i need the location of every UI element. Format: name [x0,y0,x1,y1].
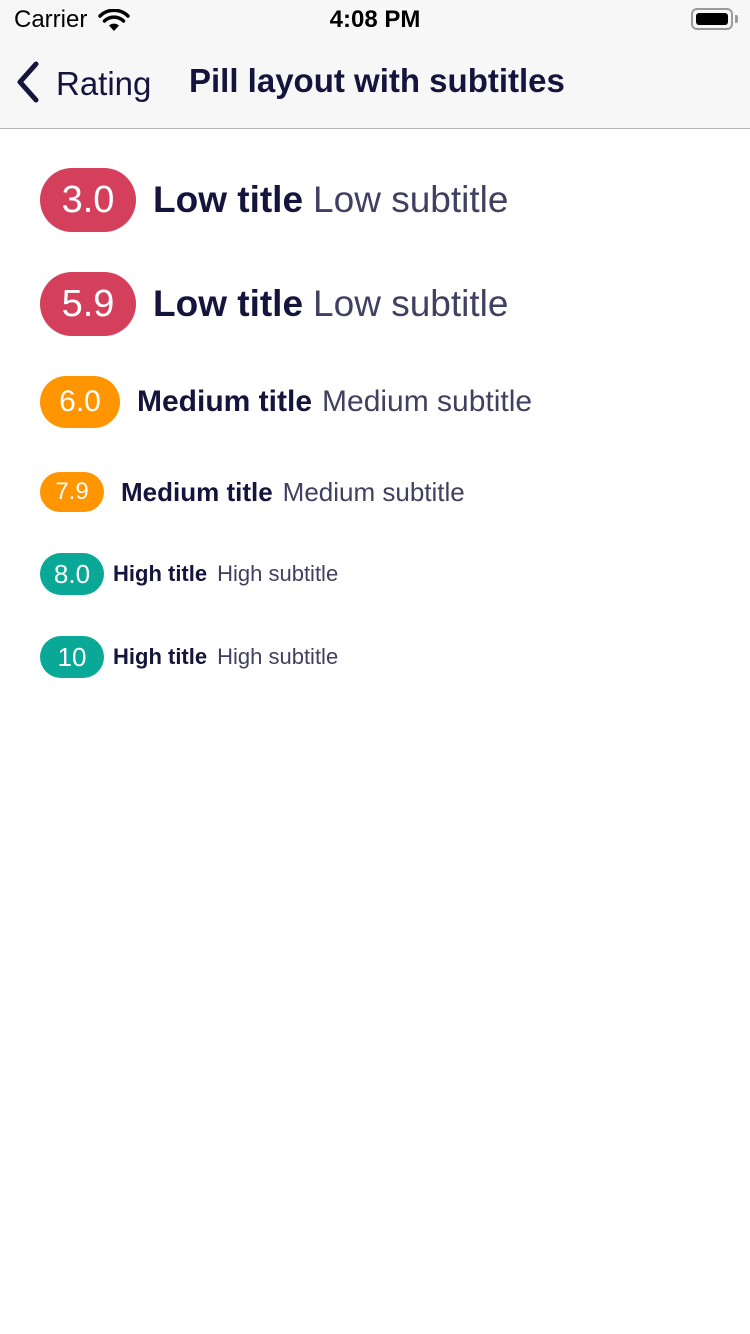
status-bar: Carrier 4:08 PM [0,0,750,40]
chevron-left-icon [14,60,42,109]
rating-pill: 10 [40,636,104,678]
rating-title: High title [113,644,208,669]
battery-icon [691,8,738,30]
rating-subtitle: High subtitle [217,561,339,586]
rating-row: 8.0 High title High subtitle [40,553,338,595]
navigation-bar: Carrier 4:08 PM Rating Pill layout with … [0,0,750,129]
rating-title: Low title [153,179,304,220]
rating-subtitle: Medium subtitle [282,476,465,507]
rating-pill: 5.9 [40,272,136,336]
rating-title: High title [113,561,208,586]
back-button-label: Rating [56,65,152,102]
rating-subtitle: Low subtitle [313,283,509,324]
rating-row: 7.9 Medium title Medium subtitle [40,472,465,512]
rating-title: Low title [153,283,304,324]
rating-title: Medium title [137,385,313,418]
rating-row: 5.9 Low title Low subtitle [40,272,508,336]
rating-pill: 3.0 [40,168,136,232]
rating-row: 10 High title High subtitle [40,636,338,678]
battery-level [696,13,728,25]
rating-subtitle: High subtitle [217,644,339,669]
rating-subtitle: Low subtitle [313,179,509,220]
rating-row: 3.0 Low title Low subtitle [40,168,508,232]
battery-nub [735,15,738,23]
rating-pill: 6.0 [40,376,120,428]
page-title: Pill layout with subtitles [189,62,565,99]
rating-subtitle: Medium subtitle [322,385,533,418]
status-time: 4:08 PM [329,6,421,33]
rating-pill: 8.0 [40,553,104,595]
back-button[interactable]: Rating [14,60,151,108]
rating-title: Medium title [121,476,273,507]
rating-row: 6.0 Medium title Medium subtitle [40,376,532,428]
rating-pill: 7.9 [40,472,104,512]
